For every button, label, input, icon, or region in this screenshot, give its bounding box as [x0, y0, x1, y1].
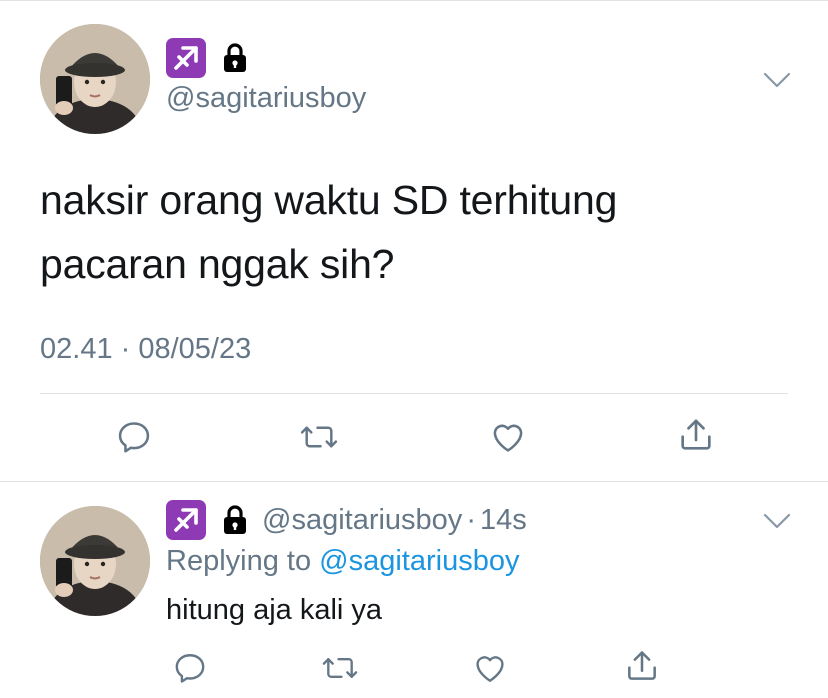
sagittarius-icon: [166, 500, 206, 540]
meta-separator: ·: [466, 504, 476, 536]
tweet-text-line: naksir orang waktu SD terhitung: [40, 177, 618, 223]
retweet-icon[interactable]: [318, 646, 362, 690]
reply-meta: @sagitariusboy · 14s: [262, 504, 527, 537]
lock-icon: [218, 500, 252, 540]
chevron-down-icon[interactable]: [763, 512, 791, 530]
share-icon[interactable]: [674, 413, 718, 457]
author-handle[interactable]: @sagitariusboy: [166, 82, 366, 115]
avatar[interactable]: [40, 24, 150, 134]
sagittarius-icon: [166, 38, 206, 78]
chevron-down-icon[interactable]: [763, 71, 791, 89]
reply-author-handle[interactable]: @sagitariusboy: [262, 504, 462, 536]
share-icon[interactable]: [620, 644, 664, 688]
replying-to-mention[interactable]: @sagitariusboy: [319, 545, 519, 577]
avatar-photo: [40, 24, 150, 134]
reply-time[interactable]: 14s: [480, 504, 527, 536]
lock-icon: [218, 38, 252, 78]
avatar-photo: [40, 506, 150, 616]
reply-author-name-row: [166, 500, 252, 540]
reply-icon[interactable]: [112, 415, 156, 459]
reply-icon[interactable]: [168, 646, 212, 690]
reply-text: hitung aja kali ya: [166, 594, 383, 626]
top-divider: [0, 0, 828, 1]
tweet-text-line: pacaran nggak sih?: [40, 241, 395, 287]
author-name-row: [166, 38, 252, 78]
avatar[interactable]: [40, 506, 150, 616]
retweet-icon[interactable]: [297, 415, 341, 459]
tweet-text: naksir orang waktu SD terhitung pacaran …: [40, 168, 800, 296]
like-icon[interactable]: [486, 415, 530, 459]
like-icon[interactable]: [468, 646, 512, 690]
tweet-divider: [0, 481, 828, 482]
action-divider: [40, 393, 788, 394]
replying-to: Replying to @sagitariusboy: [166, 545, 519, 578]
replying-to-label: Replying to: [166, 545, 312, 577]
tweet-timestamp[interactable]: 02.41 · 08/05/23: [40, 333, 251, 366]
